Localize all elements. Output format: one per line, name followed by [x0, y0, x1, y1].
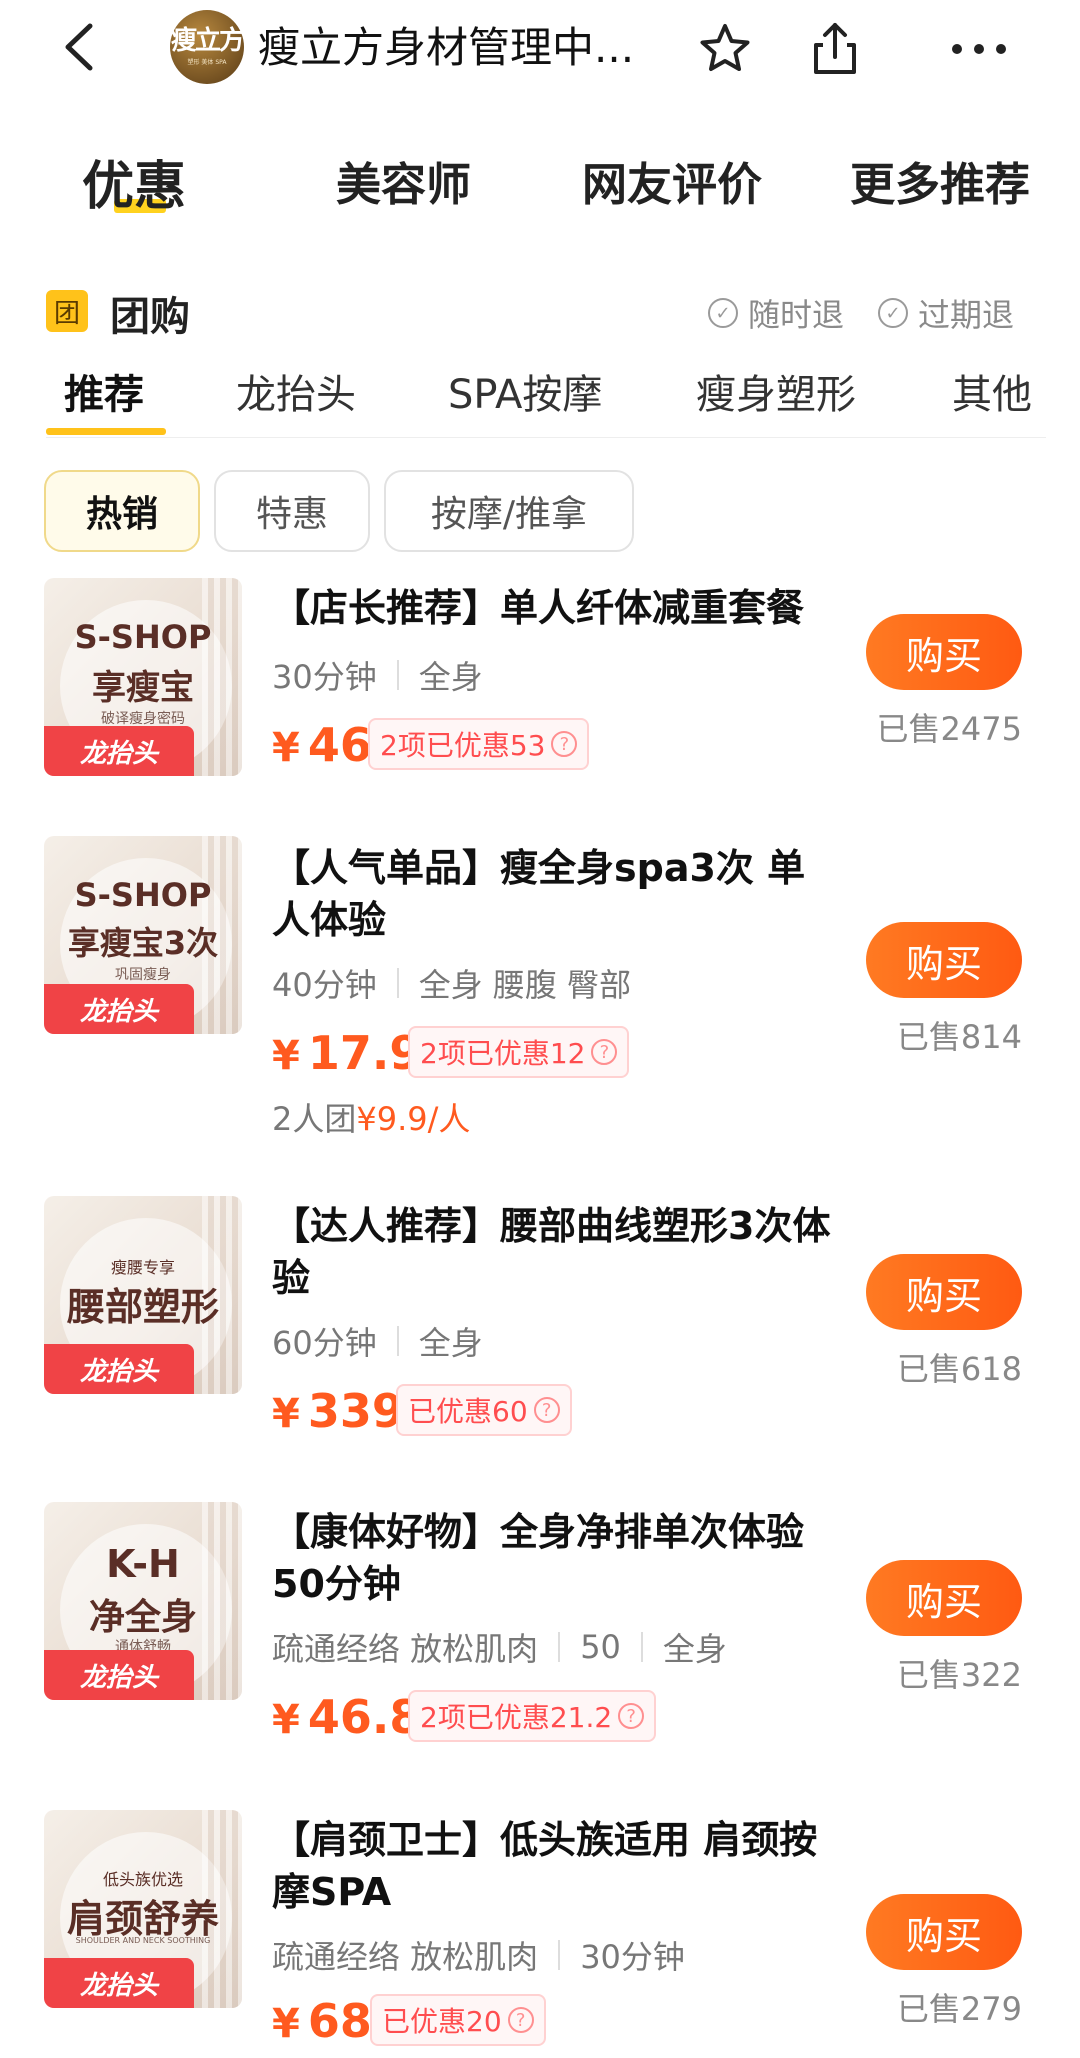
- help-icon: ?: [551, 731, 578, 757]
- group-buy-badge: 团: [46, 290, 88, 332]
- category-tab-indicator: [46, 428, 166, 435]
- buy-button[interactable]: 购买: [866, 1894, 1022, 1970]
- deal-title[interactable]: 【康体好物】全身净排单次体验50分钟: [272, 1506, 832, 1610]
- sold-count: 已售322: [896, 1656, 1022, 1694]
- sold-count: 已售618: [896, 1350, 1022, 1388]
- category-tab-longtaitou[interactable]: 龙抬头: [236, 362, 356, 420]
- check-icon: ✓: [708, 298, 738, 328]
- deal-price: ¥68: [272, 1994, 372, 2048]
- deal-title[interactable]: 【达人推荐】腰部曲线塑形3次体验: [272, 1200, 832, 1304]
- shop-logo: 瘦立方 塑形 美体 SPA: [170, 10, 245, 84]
- filter-chip-hot-sale[interactable]: 热销: [44, 470, 200, 552]
- shop-title: 瘦立方身材管理中...: [258, 23, 635, 72]
- category-tab-slimming[interactable]: 瘦身塑形: [696, 362, 856, 420]
- divider: [46, 437, 1046, 438]
- promo-tag: 龙抬头: [44, 1650, 194, 1700]
- buy-button[interactable]: 购买: [866, 614, 1022, 690]
- guarantee-refund-expired: ✓ 过期退: [878, 290, 1014, 336]
- deal-thumbnail[interactable]: K-H 净全身 通体舒畅 龙抬头: [44, 1502, 242, 1700]
- top-bar: 瘦立方 塑形 美体 SPA 瘦立方身材管理中...: [0, 0, 1080, 96]
- filter-chip-massage[interactable]: 按摩/推拿: [384, 470, 634, 552]
- buy-button[interactable]: 购买: [866, 922, 1022, 998]
- discount-badge[interactable]: 2项已优惠53?: [368, 718, 590, 770]
- discount-badge[interactable]: 已优惠20?: [370, 1994, 546, 2046]
- promo-tag: 龙抬头: [44, 726, 194, 776]
- tab-beauticians[interactable]: 美容师: [336, 148, 471, 213]
- promo-tag: 龙抬头: [44, 1344, 194, 1394]
- deal-meta: 疏通经络 放松肌肉 50 全身: [272, 1628, 727, 1668]
- category-tab-spa-massage[interactable]: SPA按摩: [448, 362, 602, 420]
- group-price: 2人团¥9.9/人: [272, 1100, 471, 1138]
- discount-badge[interactable]: 2项已优惠12?: [408, 1026, 630, 1078]
- discount-badge[interactable]: 已优惠60?: [396, 1384, 572, 1436]
- help-icon: ?: [591, 1039, 618, 1065]
- sold-count: 已售279: [896, 1990, 1022, 2028]
- deal-meta: 30分钟 全身: [272, 658, 483, 696]
- deal-title[interactable]: 【店长推荐】单人纤体减重套餐: [272, 582, 832, 634]
- buy-button[interactable]: 购买: [866, 1560, 1022, 1636]
- filter-chip-special-offer[interactable]: 特惠: [214, 470, 370, 552]
- share-icon[interactable]: [800, 14, 870, 84]
- help-icon: ?: [507, 2007, 534, 2033]
- guarantee-refund-anytime: ✓ 随时退: [708, 290, 844, 336]
- help-icon: ?: [533, 1397, 560, 1423]
- deal-thumbnail[interactable]: S-SHOP 享瘦宝 破译瘦身密码 龙抬头: [44, 578, 242, 776]
- help-icon: ?: [618, 1703, 645, 1729]
- group-buy-title: 团购: [110, 294, 190, 340]
- deal-title[interactable]: 【人气单品】瘦全身spa3次 单人体验: [272, 842, 832, 946]
- category-tab-other[interactable]: 其他: [952, 362, 1032, 420]
- tab-deals[interactable]: 优惠: [82, 144, 186, 219]
- sold-count: 已售814: [896, 1018, 1022, 1056]
- promo-tag: 龙抬头: [44, 1958, 194, 2008]
- deal-price: ¥46.8: [272, 1690, 422, 1744]
- buy-button[interactable]: 购买: [866, 1254, 1022, 1330]
- promo-tag: 龙抬头: [44, 984, 194, 1034]
- tab-reviews[interactable]: 网友评价: [582, 148, 762, 213]
- category-tab-recommend[interactable]: 推荐: [64, 362, 144, 420]
- deal-price: ¥339: [272, 1384, 404, 1438]
- back-icon[interactable]: [52, 12, 112, 82]
- check-icon: ✓: [878, 298, 908, 328]
- deal-meta: 40分钟 全身 腰腹 臀部: [272, 966, 632, 1004]
- deal-meta: 疏通经络 放松肌肉 30分钟: [272, 1938, 685, 1976]
- more-icon[interactable]: [944, 14, 1014, 84]
- tab-more-recommend[interactable]: 更多推荐: [850, 148, 1030, 213]
- deal-meta: 60分钟 全身: [272, 1324, 483, 1362]
- deal-thumbnail[interactable]: S-SHOP 享瘦宝3次 巩固瘦身 龙抬头: [44, 836, 242, 1034]
- discount-badge[interactable]: 2项已优惠21.2?: [408, 1690, 657, 1742]
- deal-price: ¥46: [272, 718, 372, 772]
- deal-thumbnail[interactable]: 瘦腰专享 腰部塑形 龙抬头: [44, 1196, 242, 1394]
- deal-price: ¥17.9: [272, 1026, 422, 1080]
- star-icon[interactable]: [690, 14, 760, 84]
- sold-count: 已售2475: [876, 710, 1022, 748]
- deal-thumbnail[interactable]: 低头族优选 肩颈舒养 SHOULDER AND NECK SOOTHING 龙抬…: [44, 1810, 242, 2008]
- deal-title[interactable]: 【肩颈卫士】低头族适用 肩颈按摩SPA: [272, 1814, 832, 1918]
